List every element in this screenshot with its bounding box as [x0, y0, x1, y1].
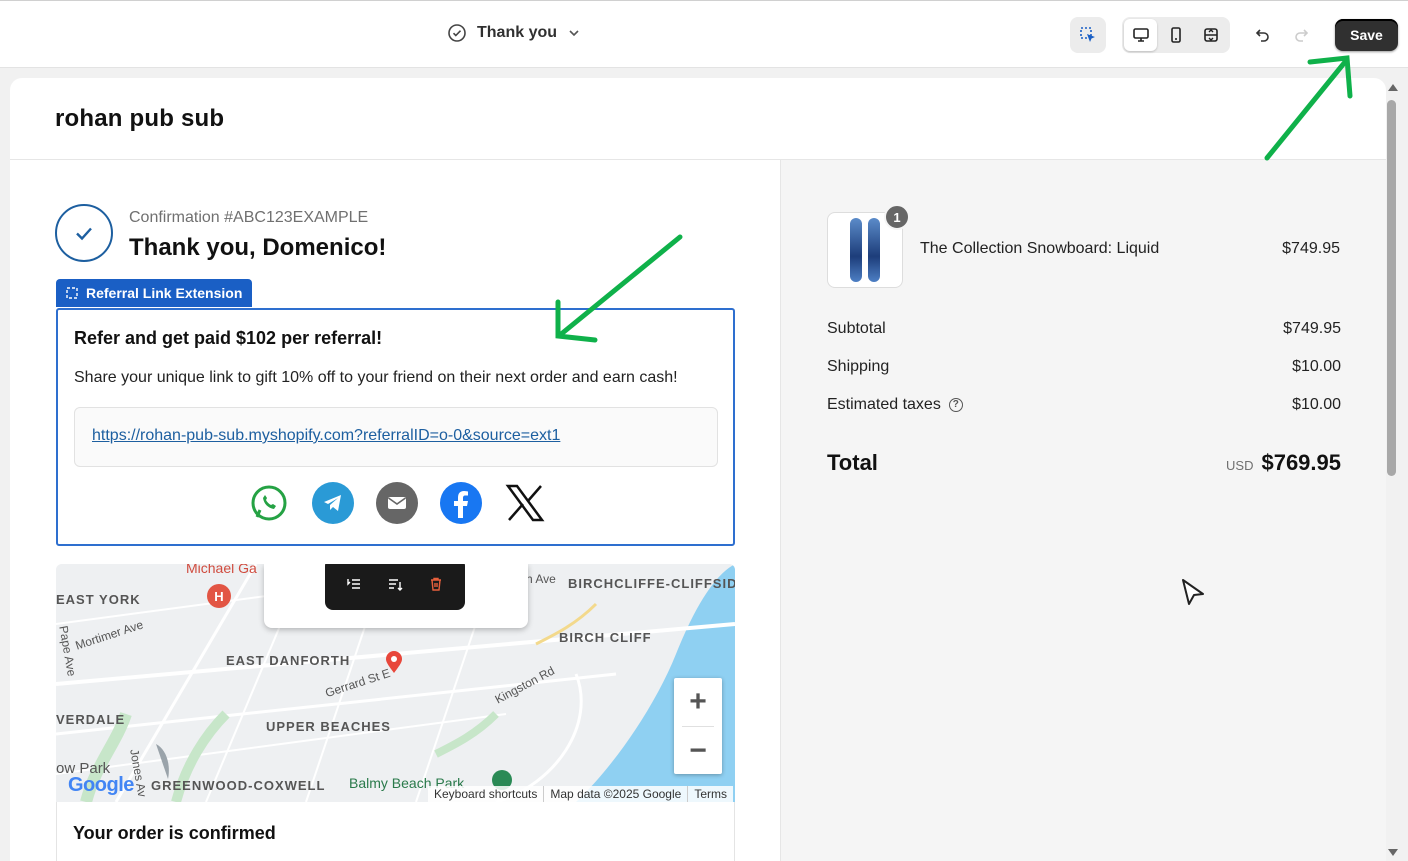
- taxes-value: $10.00: [1292, 396, 1341, 413]
- trash-icon: [431, 577, 442, 591]
- delete-block-button[interactable]: [422, 570, 450, 598]
- map-attribution: Keyboard shortcuts Map data ©2025 Google…: [428, 786, 733, 802]
- terms-link[interactable]: Terms: [687, 786, 733, 802]
- currency-code: USD: [1226, 458, 1254, 473]
- total-value: $769.95: [1261, 450, 1341, 475]
- page-title: Thank you: [477, 24, 558, 41]
- extension-tag-label: Referral Link Extension: [86, 285, 243, 301]
- order-confirmed-section: Your order is confirmed: [56, 802, 735, 861]
- quantity-badge: 1: [884, 204, 910, 230]
- scroll-down-arrow-icon[interactable]: [1388, 849, 1398, 856]
- extension-tag[interactable]: Referral Link Extension: [56, 279, 253, 307]
- mobile-icon: [1171, 27, 1181, 43]
- desktop-view-button[interactable]: [1124, 19, 1158, 51]
- delivery-map[interactable]: Michael Ga H EAST YORK h Ave BIRCHCLIFFE…: [56, 564, 735, 802]
- check-circle-icon: [448, 24, 466, 42]
- snowboard-image: [868, 218, 880, 282]
- subtotal-row: Subtotal $749.95: [827, 320, 1341, 338]
- desktop-icon: [1132, 28, 1149, 42]
- preview-scrollbar[interactable]: [1386, 78, 1400, 861]
- map-label-birch-cliff: BIRCH CLIFF: [559, 630, 652, 645]
- undo-icon: [1255, 29, 1269, 42]
- referral-extension-block[interactable]: Refer and get paid $102 per referral! Sh…: [56, 308, 735, 546]
- save-button[interactable]: Save: [1335, 19, 1398, 51]
- map-label-east-danforth: EAST DANFORTH: [226, 653, 351, 668]
- shop-header: rohan pub sub: [10, 78, 1386, 160]
- shipping-row: Shipping $10.00: [827, 358, 1341, 376]
- select-cursor-icon: [1080, 27, 1095, 42]
- snowboard-image: [850, 218, 862, 282]
- map-label-birchcliffe: BIRCHCLIFFE-CLIFFSID: [568, 576, 735, 591]
- facebook-icon[interactable]: [440, 482, 482, 524]
- confirmation-check-icon: [55, 204, 113, 262]
- map-label-greenwood: GREENWOOD-COXWELL: [151, 778, 326, 793]
- subtotal-value: $749.95: [1283, 320, 1341, 337]
- checkout-preview: rohan pub sub Confirmation #ABC123EXAMPL…: [10, 78, 1386, 861]
- scroll-up-arrow-icon[interactable]: [1388, 84, 1398, 91]
- shop-name: rohan pub sub: [55, 105, 225, 132]
- inspector-button[interactable]: [1070, 17, 1106, 53]
- redo-icon: [1295, 29, 1309, 42]
- share-buttons: [248, 482, 546, 524]
- redo-button[interactable]: [1283, 17, 1319, 53]
- whatsapp-icon[interactable]: [248, 482, 290, 524]
- map-label-riverdale: VERDALE: [56, 712, 126, 727]
- device-toggle: [1122, 17, 1230, 53]
- telegram-icon[interactable]: [312, 482, 354, 524]
- referral-title: Refer and get paid $102 per referral!: [74, 328, 383, 348]
- map-label-east-york: EAST YORK: [56, 592, 141, 607]
- google-logo: Google: [68, 774, 134, 796]
- zoom-in-button[interactable]: +: [674, 678, 722, 726]
- product-name: The Collection Snowboard: Liquid: [920, 240, 1160, 257]
- total-row: Total USD $769.95: [827, 450, 1341, 476]
- zoom-out-button[interactable]: −: [674, 727, 722, 775]
- move-up-button[interactable]: [340, 570, 368, 598]
- help-icon[interactable]: ?: [948, 397, 963, 412]
- page-selector[interactable]: Thank you: [447, 23, 581, 43]
- move-down-button[interactable]: [381, 570, 409, 598]
- order-confirmed-heading: Your order is confirmed: [73, 823, 276, 843]
- referral-link[interactable]: https://rohan-pub-sub.myshopify.com?refe…: [92, 427, 560, 445]
- hospital-marker-icon: H: [207, 584, 231, 608]
- map-label-michael: Michael Ga: [186, 564, 257, 576]
- map-zoom-controls: + −: [674, 678, 722, 774]
- location-pin-icon: [384, 650, 404, 674]
- chevron-down-icon: [569, 30, 579, 37]
- mobile-view-button[interactable]: [1159, 19, 1192, 51]
- block-toolbar: [325, 564, 465, 610]
- total-label: Total: [827, 450, 878, 475]
- scroll-thumb[interactable]: [1387, 100, 1396, 476]
- map-data-text: Map data ©2025 Google: [543, 786, 687, 802]
- shipping-label: Shipping: [827, 358, 890, 375]
- map-label-upper-beaches: UPPER BEACHES: [266, 719, 391, 734]
- referral-link-box: https://rohan-pub-sub.myshopify.com?refe…: [74, 407, 718, 467]
- product-price: $749.95: [1282, 240, 1340, 257]
- subtotal-label: Subtotal: [827, 320, 886, 337]
- expand-vertical-icon: [1204, 28, 1219, 42]
- fullscreen-view-button[interactable]: [1195, 19, 1228, 51]
- indent-icon: [346, 579, 360, 589]
- confirmation-number: Confirmation #ABC123EXAMPLE: [129, 209, 369, 226]
- referral-description: Share your unique link to gift 10% off t…: [74, 369, 678, 386]
- undo-button[interactable]: [1245, 17, 1281, 53]
- order-summary: 1 The Collection Snowboard: Liquid $749.…: [780, 160, 1386, 861]
- x-icon[interactable]: [504, 482, 546, 524]
- email-icon[interactable]: [376, 482, 418, 524]
- editor-topbar: Thank you Save: [0, 0, 1408, 68]
- block-icon: [66, 287, 78, 299]
- reorder-icon: [388, 579, 403, 591]
- map-label-ave: h Ave: [526, 572, 556, 586]
- keyboard-shortcuts-link[interactable]: Keyboard shortcuts: [428, 786, 543, 802]
- shipping-value: $10.00: [1292, 358, 1341, 375]
- taxes-label: Estimated taxes: [827, 396, 941, 413]
- thank-you-heading: Thank you, Domenico!: [129, 234, 387, 261]
- taxes-row: Estimated taxes? $10.00: [827, 396, 1341, 414]
- mouse-cursor-icon: [1180, 578, 1206, 613]
